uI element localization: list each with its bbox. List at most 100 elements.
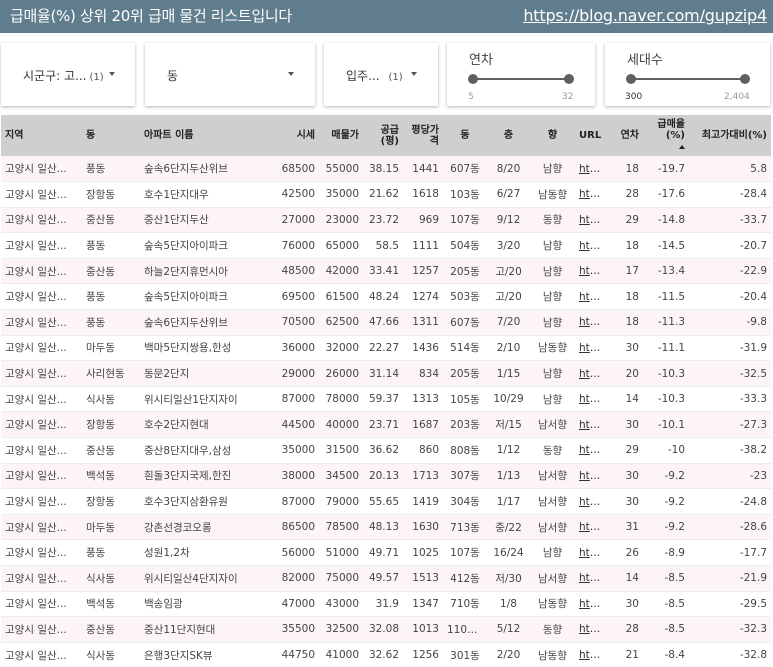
sedaesu-min-handle[interactable] — [626, 74, 636, 84]
col-header-direction[interactable]: 향 — [530, 115, 575, 156]
cell-url[interactable]: htt... — [575, 437, 607, 464]
table-row: 고양시 일산... 풍동 숲속6단지두산위브 70500 62500 47.66 1311 6… — [1, 309, 771, 336]
cell-url[interactable]: htt... — [575, 309, 607, 336]
chevron-down-icon[interactable] — [288, 72, 294, 76]
cell-age: 31 — [607, 514, 643, 541]
table-header-row: 지역 동 아파트 이름 시세 매물가 공급(평) 평당가격 동 층 향 URL … — [1, 115, 771, 156]
cell-direction: 남서향 — [530, 463, 575, 490]
sedaesu-max-handle[interactable] — [740, 74, 750, 84]
chevron-down-icon[interactable] — [109, 72, 115, 76]
cell-price: 87000 — [274, 386, 319, 413]
table-row: 고양시 일산... 마두동 백마5단지쌍용,한성 36000 32000 22.27 143… — [1, 335, 771, 362]
cell-dong: 풍동 — [82, 283, 140, 311]
cell-url[interactable]: htt... — [575, 181, 607, 208]
cell-price-per-pyeong: 1513 — [403, 565, 443, 592]
cell-age: 30 — [607, 488, 643, 515]
cell-direction: 남향 — [530, 232, 575, 259]
cell-direction: 남향 — [530, 258, 575, 285]
cell-peak-ratio: -29.5 — [689, 591, 771, 618]
col-header-peak-ratio[interactable]: 최고가대비(%) — [689, 115, 771, 156]
ipju-filter-label: 입주... (1) — [346, 69, 403, 83]
cell-building: 504동 — [443, 232, 487, 259]
sedaesu-slider-track[interactable] — [631, 78, 745, 80]
cell-building: 107동 — [443, 207, 487, 234]
col-header-floor[interactable]: 층 — [487, 115, 530, 156]
cell-url[interactable]: htt... — [575, 642, 607, 667]
cell-discount-rate: -8.9 — [643, 539, 689, 566]
cell-floor: 저/30 — [487, 565, 530, 592]
cell-dong: 식사동 — [82, 386, 140, 413]
col-header-region[interactable]: 지역 — [1, 115, 82, 156]
col-header-price-per-pyeong[interactable]: 평당가격 — [403, 115, 443, 156]
col-header-apt-name[interactable]: 아파트 이름 — [140, 115, 274, 156]
cell-price: 42500 — [274, 181, 319, 208]
cell-peak-ratio: -33.7 — [689, 207, 771, 234]
cell-price-per-pyeong: 860 — [403, 437, 443, 464]
col-header-discount-rate[interactable]: 급매율(%) — [643, 115, 689, 156]
cell-area: 31.9 — [363, 591, 403, 618]
cell-url[interactable]: htt... — [575, 565, 607, 592]
cell-direction: 남서향 — [530, 488, 575, 515]
cell-url[interactable]: htt... — [575, 591, 607, 618]
cell-apt-name: 백마5단지쌍용,한성 — [140, 335, 274, 362]
cell-floor: 1/13 — [487, 463, 530, 490]
cell-url[interactable]: htt... — [575, 386, 607, 413]
table-row: 고양시 일산... 식사동 은행3단지SK뷰 44750 41000 32.62 1256 3… — [1, 642, 771, 667]
cell-sale-price: 55000 — [319, 156, 363, 183]
cell-url[interactable]: htt... — [575, 156, 607, 183]
cell-age: 18 — [607, 283, 643, 311]
yeoncha-slider-track[interactable] — [473, 78, 569, 80]
cell-region: 고양시 일산... — [1, 283, 82, 311]
cell-area: 32.62 — [363, 642, 403, 667]
cell-url[interactable]: htt... — [575, 463, 607, 490]
chevron-down-icon[interactable] — [411, 72, 417, 76]
cell-price-per-pyeong: 834 — [403, 360, 443, 387]
cell-url[interactable]: htt... — [575, 360, 607, 387]
cell-url[interactable]: htt... — [575, 232, 607, 259]
dong-filter[interactable]: 동 — [145, 43, 315, 106]
cell-building: 107동 — [443, 539, 487, 566]
cell-sale-price: 42000 — [319, 258, 363, 285]
blog-link[interactable]: https://blog.naver.com/gupzip4 — [523, 6, 767, 25]
cell-url[interactable]: htt... — [575, 283, 607, 311]
cell-price: 38000 — [274, 463, 319, 490]
cell-discount-rate: -10.1 — [643, 411, 689, 439]
ipju-filter[interactable]: 입주... (1) — [324, 43, 438, 106]
cell-url[interactable]: htt... — [575, 616, 607, 643]
cell-url[interactable]: htt... — [575, 514, 607, 541]
col-header-area[interactable]: 공급(평) — [363, 115, 403, 156]
table-row: 고양시 일산... 중산동 중산11단지현대 35500 32500 32.08 1013 1… — [1, 616, 771, 643]
cell-url[interactable]: htt... — [575, 539, 607, 566]
cell-building: 304동 — [443, 488, 487, 515]
col-header-url[interactable]: URL — [575, 115, 607, 156]
cell-url[interactable]: htt... — [575, 488, 607, 515]
yeoncha-max-handle[interactable] — [564, 74, 574, 84]
cell-url[interactable]: htt... — [575, 207, 607, 234]
cell-area: 32.08 — [363, 616, 403, 643]
cell-direction: 동향 — [530, 616, 575, 643]
col-header-price[interactable]: 시세 — [274, 115, 319, 156]
cell-apt-name: 동문2단지 — [140, 360, 274, 387]
cell-age: 29 — [607, 207, 643, 234]
cell-dong: 백석동 — [82, 463, 140, 490]
report-title: 급매율(%) 상위 20위 급매 물건 리스트입니다 — [10, 7, 292, 25]
cell-peak-ratio: -9.8 — [689, 309, 771, 336]
col-header-dong[interactable]: 동 — [82, 115, 140, 156]
col-header-sale-price[interactable]: 매물가 — [319, 115, 363, 156]
cell-url[interactable]: htt... — [575, 411, 607, 439]
col-header-age[interactable]: 연차 — [607, 115, 643, 156]
table-row: 고양시 일산... 식사동 위시티일산1단지자이 87000 78000 59.37 131… — [1, 386, 771, 413]
cell-building: 710동 — [443, 591, 487, 618]
cell-url[interactable]: htt... — [575, 258, 607, 285]
yeoncha-min-handle[interactable] — [468, 74, 478, 84]
col-header-building[interactable]: 동 — [443, 115, 487, 156]
cell-direction: 남향 — [530, 386, 575, 413]
sedaesu-slider[interactable]: 세대수 300 2,404 — [605, 43, 770, 106]
cell-url[interactable]: htt... — [575, 335, 607, 362]
cell-dong: 백석동 — [82, 591, 140, 618]
sigungu-filter[interactable]: 시군구: 고... (1) — [1, 43, 135, 106]
cell-price: 35000 — [274, 437, 319, 464]
cell-age: 20 — [607, 360, 643, 387]
cell-region: 고양시 일산... — [1, 386, 82, 413]
yeoncha-slider[interactable]: 연차 5 32 — [447, 43, 595, 106]
